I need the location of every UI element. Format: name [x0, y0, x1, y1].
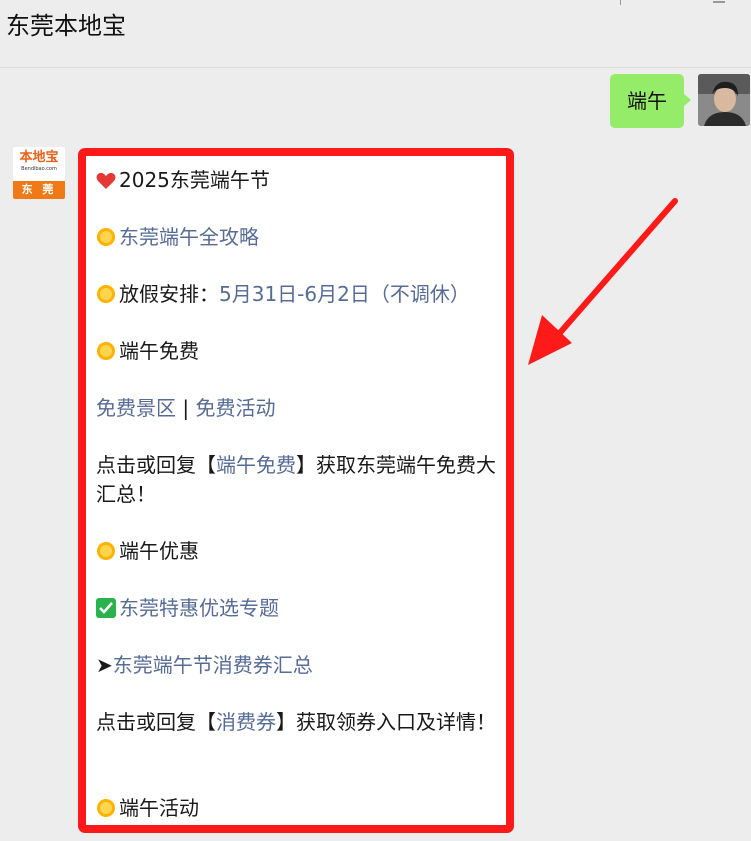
minimize-icon[interactable] [713, 1, 725, 3]
chat-title: 东莞本地宝 [6, 12, 126, 40]
special-offer-link[interactable]: 东莞特惠优选专题 [119, 596, 279, 620]
chat-header: 东莞本地宝 [0, 0, 751, 68]
sun-icon [96, 797, 116, 826]
message-line-coupon[interactable]: ➤东莞端午节消费券汇总 [96, 651, 501, 680]
arrow-right-icon: ➤ [96, 653, 113, 677]
bendibao-logo: 本地宝 Bendibao.com [13, 147, 65, 179]
message-line-discount: 端午优惠 [96, 537, 501, 569]
annotation-arrow-icon [528, 198, 678, 365]
message-line-holiday: 放假安排：5月31日-6月2日（不调休） [96, 280, 501, 312]
message-line-title: 2025东莞端午节 [96, 166, 501, 198]
line-text: 端午免费 [119, 339, 199, 363]
line-text: 端午优惠 [119, 539, 199, 563]
reply-coupon-link[interactable]: 消费券 [216, 710, 276, 734]
sun-icon [96, 540, 116, 569]
message-line-activity: 端午活动 [96, 794, 501, 826]
city-band: 东 莞 [13, 181, 65, 199]
message-line-guide[interactable]: 东莞端午全攻略 [96, 223, 501, 255]
guide-link[interactable]: 东莞端午全攻略 [119, 225, 259, 249]
line-text: 端午活动 [119, 796, 199, 820]
sun-icon [96, 283, 116, 312]
holiday-label: 放假安排： [119, 282, 219, 306]
holiday-dates-link[interactable]: 5月31日-6月2日（不调休） [219, 282, 470, 306]
free-scenic-link[interactable]: 免费景区 [96, 396, 176, 420]
coupon-summary-link[interactable]: 东莞端午节消费券汇总 [113, 653, 313, 677]
line-text: 2025东莞端午节 [119, 168, 270, 192]
user-message-text: 端午 [627, 89, 667, 113]
check-icon [96, 597, 116, 626]
user-message-bubble: 端午 [610, 74, 691, 128]
reply-free-link[interactable]: 端午免费 [216, 453, 296, 477]
official-account-avatar[interactable]: 本地宝 Bendibao.com 东 莞 [13, 147, 65, 199]
message-line-free: 端午免费 [96, 337, 501, 369]
sun-icon [96, 226, 116, 255]
separator: | [176, 396, 196, 420]
sun-icon [96, 340, 116, 369]
free-activity-link[interactable]: 免费活动 [195, 396, 275, 420]
message-line-free-links: 免费景区 | 免费活动 [96, 394, 501, 423]
user-avatar[interactable] [698, 74, 750, 126]
message-line-reply-coupon: 点击或回复【消费券】获取领券入口及详情！ [96, 710, 496, 734]
message-line-special[interactable]: 东莞特惠优选专题 [96, 594, 501, 626]
bot-message-bubble: 2025东莞端午节 东莞端午全攻略 放假安排：5月31日-6月2日（不调休） 端… [78, 148, 514, 833]
window-control-divider [620, 0, 621, 5]
heart-icon [96, 169, 116, 198]
message-line-reply-free: 点击或回复【端午免费】获取东莞端午免费大汇总！ [96, 453, 496, 506]
